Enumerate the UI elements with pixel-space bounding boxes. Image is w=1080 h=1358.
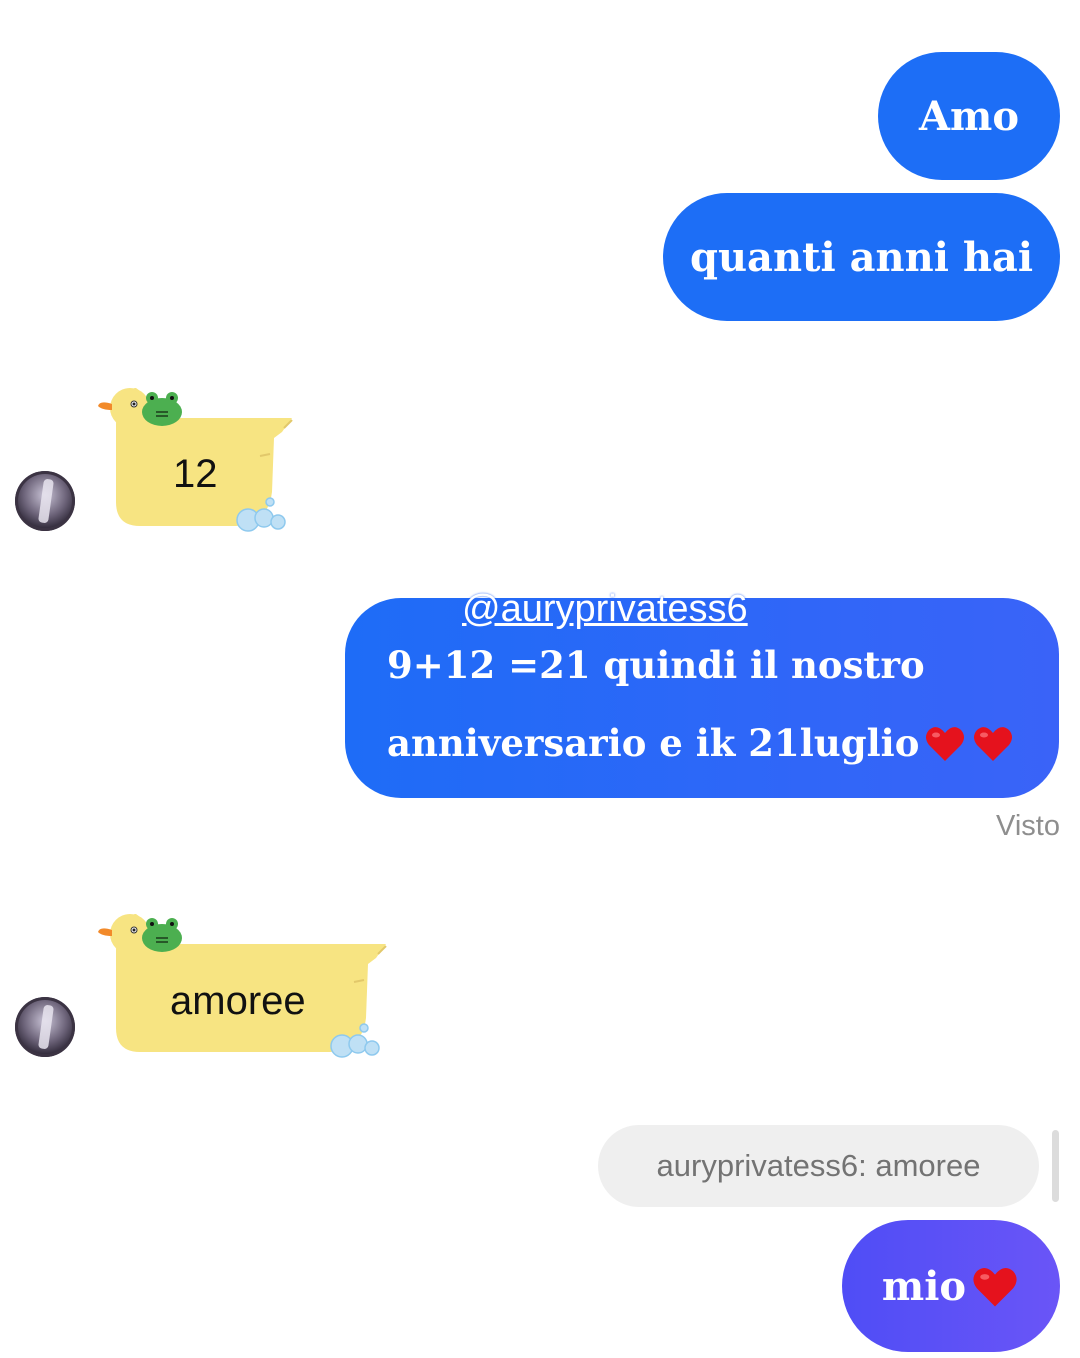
heart-emoji-icon <box>974 726 1013 761</box>
message-text-line-2: anniversario e ik 21luglio <box>387 704 1059 782</box>
reply-quote[interactable]: auryprivatess6: amoree <box>598 1125 1039 1207</box>
heart-emoji-icon <box>926 726 965 761</box>
frog-icon <box>142 918 182 952</box>
reply-quote-text: auryprivatess6: amoree <box>656 1148 981 1183</box>
frog-icon <box>142 392 182 426</box>
message-text: quanti anni hai <box>689 233 1034 281</box>
seen-status: Visto <box>996 810 1060 842</box>
message-text-line-2-text: anniversario e ik 21luglio <box>387 721 920 765</box>
incoming-message-text: 12 <box>173 452 218 496</box>
incoming-message-text: amoree <box>170 979 306 1023</box>
message-text: mio <box>881 1262 967 1310</box>
message-text-line-1: 9+12 =21 quindi il nostro <box>387 643 925 687</box>
message-text: Amo <box>918 92 1020 140</box>
sender-avatar[interactable] <box>15 471 75 531</box>
sender-avatar[interactable] <box>15 997 75 1057</box>
heart-emoji-icon <box>973 1267 1017 1307</box>
mention-link[interactable]: @auryprivatess6 <box>462 586 748 632</box>
outgoing-message-bubble[interactable]: mio <box>842 1220 1060 1352</box>
reply-indicator-bar <box>1052 1130 1059 1202</box>
outgoing-message-bubble[interactable]: quanti anni hai <box>663 193 1060 321</box>
outgoing-message-bubble[interactable]: Amo <box>878 52 1060 180</box>
